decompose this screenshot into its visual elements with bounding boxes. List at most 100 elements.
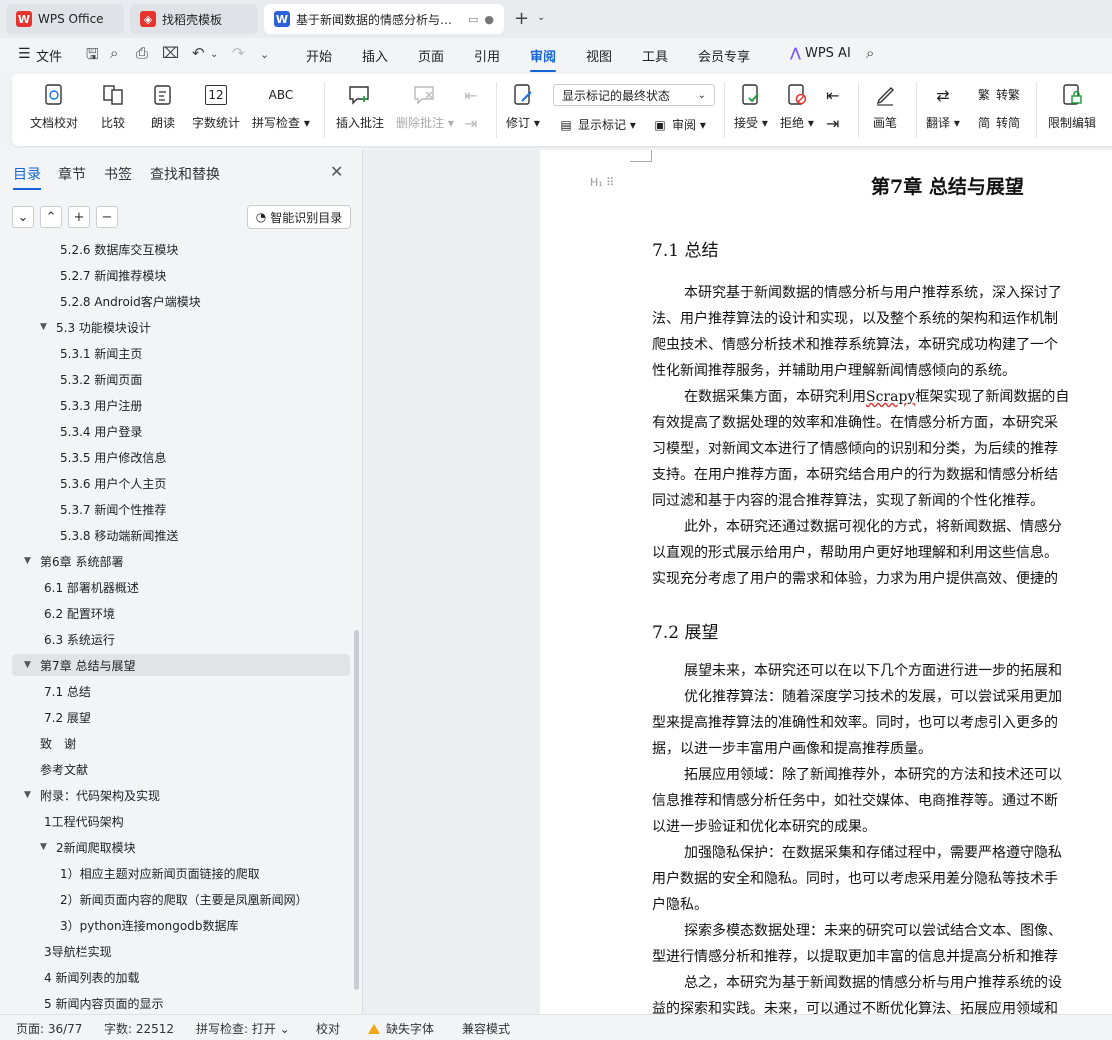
tab-docer-templates[interactable]: ◈ 找稻壳模板 [130,4,258,34]
toc-item[interactable]: 5.2.8 Android客户端模块 [0,290,201,312]
toc-item[interactable]: ▼ 第7章 总结与展望 [12,654,350,676]
menu-file[interactable]: 文件 [36,46,62,65]
prev-change-icon[interactable]: ⇤ [826,86,839,105]
translate-button[interactable]: ⇄ 翻译 ▾ [926,82,960,131]
hamburger-icon[interactable]: ☰ [18,46,31,62]
menu-references[interactable]: 引用 [474,46,500,65]
export-icon[interactable]: ⌕ [110,44,118,62]
accept-button[interactable]: 接受 ▾ [734,82,768,131]
delete-comment-button[interactable]: 删除批注 ▾ [396,82,454,131]
show-markup-button[interactable]: ▤ 显示标记 ▾ [558,116,636,133]
markup-display-select[interactable]: 显示标记的最终状态 ⌄ [553,84,715,106]
toc-item[interactable]: 1工程代码架构 [0,810,124,832]
prev-comment-icon[interactable]: ⇤ [464,86,477,105]
to-traditional-button[interactable]: 繁 转繁 [976,86,1020,103]
toc-item[interactable]: 5.3.7 新闻个性推荐 [0,498,166,520]
remove-icon[interactable]: − [96,206,118,228]
add-icon[interactable]: + [68,206,90,228]
toc-item[interactable]: 5.3.4 用户登录 [0,420,142,442]
spelling-flagged-word[interactable]: Scrapy [866,389,915,405]
toc-item[interactable]: 5.2.6 数据库交互模块 [0,238,178,260]
toc-item[interactable]: 5.3.5 用户修改信息 [0,446,166,468]
heading-style-marker[interactable]: H₁ ⠿ [590,176,614,189]
wps-ai-button[interactable]: ⋀ WPS AI [790,46,851,61]
toc-item[interactable]: 2）新闻页面内容的爬取（主要是凤凰新闻网） [0,888,308,910]
toc-scrollbar[interactable] [354,630,359,990]
toc-item[interactable]: 4 新闻列表的加载 [0,966,139,988]
toc-item[interactable]: ▼ 5.3 功能模块设计 [0,316,151,338]
spell-check-toggle[interactable]: 拼写检查: 打开 ⌄ [196,1020,290,1037]
toc-item[interactable]: 7.1 总结 [0,680,91,702]
tab-find-replace[interactable]: 查找和替换 [150,164,220,184]
proofread-button[interactable]: 校对 [316,1020,340,1037]
toc-item[interactable]: 5.3.2 新闻页面 [0,368,142,390]
track-changes-button[interactable]: 修订 ▾ [506,82,540,131]
menu-membership[interactable]: 会员专享 [698,46,750,65]
pen-button[interactable]: 画笔 [872,82,898,131]
reject-button[interactable]: 拒绝 ▾ [780,82,814,131]
next-change-icon[interactable]: ⇥ [826,114,839,133]
print-preview-icon[interactable]: ⌧ [162,44,179,62]
expand-caret-icon[interactable]: ▼ [40,842,52,852]
expand-caret-icon[interactable]: ▼ [24,790,36,800]
document-page[interactable]: H₁ ⠿ 第7章 总结与展望 7.1 总结 本研究基于新闻数据的情感分析与用户推… [540,150,1112,1014]
missing-font-button[interactable]: 缺失字体 [368,1020,434,1037]
to-simplified-button[interactable]: 简 转简 [976,114,1020,131]
toc-item[interactable]: 5.3.8 移动端新闻推送 [0,524,178,546]
tab-toc[interactable]: 目录 [13,164,41,190]
toc-item[interactable]: 5.3.3 用户注册 [0,394,142,416]
undo-icon[interactable]: ↶ [192,44,205,62]
expand-caret-icon[interactable]: ▼ [40,322,52,332]
toc-item[interactable]: 5.3.1 新闻主页 [0,342,142,364]
tab-wps-office[interactable]: W WPS Office [6,4,124,34]
toc-item[interactable]: 致 谢 [0,732,76,754]
redo-icon[interactable]: ↷ [232,44,245,62]
print-icon[interactable]: ⎙ [136,44,148,62]
save-icon[interactable]: 🖫 [86,44,99,69]
next-comment-icon[interactable]: ⇥ [464,114,477,133]
tab-document[interactable]: W 基于新闻数据的情感分析与用户推荐系统 ▭ ● [264,4,504,34]
toc-item[interactable]: ▼ 附录：代码架构及实现 [0,784,160,806]
review-pane-button[interactable]: ▣ 审阅 ▾ [652,116,706,133]
tab-list-chevron-icon[interactable]: ⌄ [537,12,545,23]
tab-bookmarks[interactable]: 书签 [104,164,132,184]
toc-item[interactable]: 6.3 系统运行 [0,628,115,650]
screen-icon[interactable]: ▭ [468,13,478,26]
menu-view[interactable]: 视图 [586,46,612,65]
word-count-button[interactable]: 12 字数统计 [192,82,240,131]
word-count-indicator[interactable]: 字数: 22512 [104,1020,174,1037]
menu-insert[interactable]: 插入 [362,46,388,65]
undo-chevron-icon[interactable]: ⌄ [210,49,218,60]
toc-item[interactable]: 3导航栏实现 [0,940,112,962]
smart-toc-button[interactable]: ◔ 智能识别目录 [247,205,351,229]
toc-item[interactable]: ▼ 第6章 系统部署 [0,550,123,572]
toc-item[interactable]: ▼ 2新闻爬取模块 [0,836,136,858]
toc-item[interactable]: 5 新闻内容页面的显示 [0,992,163,1012]
expand-caret-icon[interactable]: ▼ [24,556,36,566]
toc-item[interactable]: 6.1 部署机器概述 [0,576,139,598]
read-aloud-button[interactable]: 朗读 [150,82,176,131]
tab-sections[interactable]: 章节 [58,164,86,184]
toc-item[interactable]: 5.2.7 新闻推荐模块 [0,264,166,286]
menu-home[interactable]: 开始 [306,46,332,65]
toc-item[interactable]: 参考文献 [0,758,88,780]
close-icon[interactable]: ✕ [330,162,343,181]
new-tab-icon[interactable]: + [514,8,529,29]
collapse-up-icon[interactable]: ⌃ [40,206,62,228]
search-icon[interactable]: ⌕ [866,44,874,62]
menu-tools[interactable]: 工具 [642,46,668,65]
toc-item[interactable]: 3）python连接mongodb数据库 [0,914,238,936]
compare-button[interactable]: 比较 [100,82,126,131]
toc-item[interactable]: 7.2 展望 [0,706,91,728]
restrict-edit-button[interactable]: 限制编辑 [1048,82,1096,131]
doc-check-button[interactable]: 文档校对 [30,82,78,131]
expand-down-icon[interactable]: ⌄ [12,206,34,228]
insert-comment-button[interactable]: 插入批注 [336,82,384,131]
menu-page[interactable]: 页面 [418,46,444,65]
expand-caret-icon[interactable]: ▼ [24,660,36,670]
page-indicator[interactable]: 页面: 36/77 [16,1020,82,1037]
toc-item[interactable]: 5.3.6 用户个人主页 [0,472,166,494]
spell-check-button[interactable]: ABC 拼写检查 ▾ [252,82,310,131]
more-chevron-icon[interactable]: ⌄ [260,48,269,61]
toc-item[interactable]: 1）相应主题对应新闻页面链接的爬取 [0,862,260,884]
